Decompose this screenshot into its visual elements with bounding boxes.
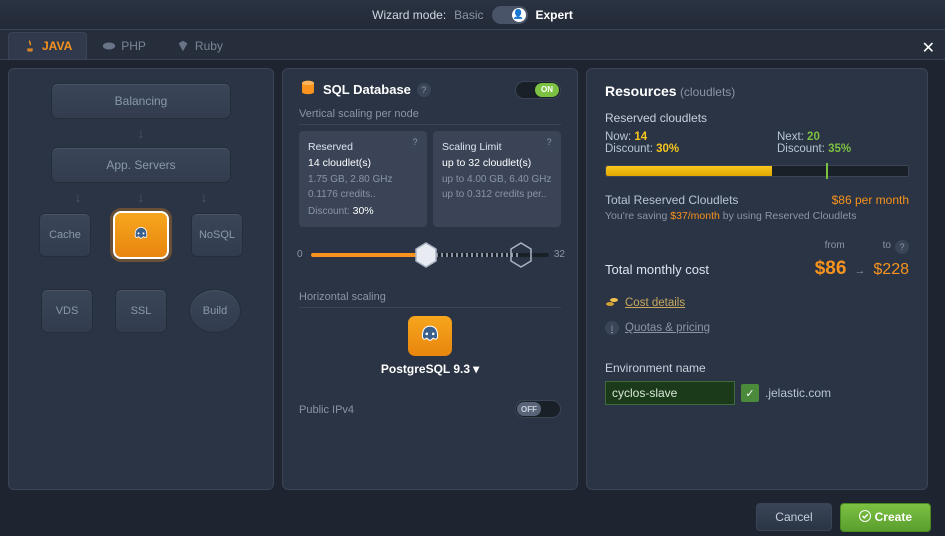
arrow-down-icon: ↓ xyxy=(201,189,208,205)
ruby-icon xyxy=(176,39,190,53)
vds-button[interactable]: VDS xyxy=(41,289,93,333)
mode-toggle[interactable]: 👤 xyxy=(492,6,528,24)
appservers-button[interactable]: App. Servers xyxy=(51,147,231,183)
topology-panel: Balancing ↓ App. Servers ↓ ↓ ↓ Cache NoS… xyxy=(8,68,274,490)
mode-expert-label[interactable]: Expert xyxy=(536,8,573,22)
public-ip-toggle[interactable]: OFF xyxy=(515,400,561,418)
php-icon xyxy=(102,39,116,53)
tab-php-label: PHP xyxy=(121,39,146,53)
check-circle-icon xyxy=(859,510,871,525)
person-icon: 👤 xyxy=(512,8,526,22)
wizard-mode-label: Wizard mode: xyxy=(372,8,446,22)
price-to: $228 xyxy=(873,261,909,279)
help-icon[interactable]: ? xyxy=(895,240,909,254)
dialog-footer: Cancel Create xyxy=(0,498,945,536)
chevron-down-icon: ▾ xyxy=(473,362,479,376)
resources-title: Resources xyxy=(605,83,677,99)
public-ip-label: Public IPv4 xyxy=(299,404,354,416)
savings-text: You're saving $37/month by using Reserve… xyxy=(605,210,909,222)
postgres-node-icon[interactable] xyxy=(408,316,452,356)
database-icon xyxy=(299,79,317,100)
sql-node-active[interactable] xyxy=(113,211,169,259)
cloudlet-slider[interactable]: 0 32 xyxy=(299,233,561,283)
tab-ruby[interactable]: Ruby xyxy=(161,32,238,59)
cancel-button[interactable]: Cancel xyxy=(756,503,831,531)
java-icon xyxy=(23,39,37,53)
price-from: $86 xyxy=(815,258,847,280)
create-button[interactable]: Create xyxy=(840,503,931,532)
arrow-right-icon: → xyxy=(854,265,865,277)
reserved-cloudlets-label: Reserved cloudlets xyxy=(605,111,909,125)
ssl-button[interactable]: SSL xyxy=(115,289,167,333)
balancing-button[interactable]: Balancing xyxy=(51,83,231,119)
total-cost-label: Total monthly cost xyxy=(605,262,709,277)
cloudlets-bar xyxy=(605,165,909,177)
postgres-icon xyxy=(131,225,151,245)
limit-card: ? Scaling Limit up to 32 cloudlet(s) up … xyxy=(433,131,561,227)
help-icon[interactable]: ? xyxy=(417,83,431,97)
db-version-select[interactable]: PostgreSQL 9.3 ▾ xyxy=(381,362,479,376)
config-panel: SQL Database ? ON Vertical scaling per n… xyxy=(282,68,578,490)
toggle-off-label: OFF xyxy=(517,402,541,416)
nosql-button[interactable]: NoSQL xyxy=(191,213,243,257)
tab-ruby-label: Ruby xyxy=(195,39,223,53)
tab-java[interactable]: JAVA xyxy=(8,32,87,59)
help-icon[interactable]: ? xyxy=(408,136,422,150)
env-name-label: Environment name xyxy=(605,361,909,375)
arrow-down-icon: ↓ xyxy=(138,125,145,141)
tab-php[interactable]: PHP xyxy=(87,32,161,59)
next-threshold-marker xyxy=(826,163,828,179)
quotas-link[interactable]: i Quotas & pricing xyxy=(605,321,909,335)
reserved-handle[interactable] xyxy=(413,241,439,269)
vertical-scaling-label: Vertical scaling per node xyxy=(299,108,561,125)
wizard-header: Wizard mode: Basic 👤 Expert xyxy=(0,0,945,30)
resources-panel: Resources (cloudlets) Reserved cloudlets… xyxy=(586,68,928,490)
reserved-card: ? Reserved 14 cloudlet(s) 1.75 GB, 2.80 … xyxy=(299,131,427,227)
cache-button[interactable]: Cache xyxy=(39,213,91,257)
trc-value: $86 per month xyxy=(832,193,909,207)
lang-tabs: JAVA PHP Ruby ✕ xyxy=(0,30,945,60)
arrow-down-icon: ↓ xyxy=(138,189,145,205)
cost-details-link[interactable]: Cost details xyxy=(605,294,909,311)
trc-label: Total Reserved Cloudlets xyxy=(605,193,738,207)
build-button[interactable]: Build xyxy=(189,289,241,333)
info-icon: i xyxy=(605,321,619,335)
limit-handle[interactable] xyxy=(508,241,534,269)
config-title: SQL Database xyxy=(323,82,411,97)
mode-basic-label[interactable]: Basic xyxy=(454,8,483,22)
close-icon[interactable]: ✕ xyxy=(922,38,935,58)
tab-java-label: JAVA xyxy=(42,39,72,53)
check-icon: ✓ xyxy=(741,384,759,402)
sql-enable-toggle[interactable]: ON xyxy=(515,81,561,99)
env-name-input[interactable] xyxy=(605,381,735,405)
help-icon[interactable]: ? xyxy=(542,136,556,150)
coins-icon xyxy=(605,294,619,311)
env-domain-label: .jelastic.com xyxy=(765,386,831,400)
arrow-down-icon: ↓ xyxy=(75,189,82,205)
horizontal-scaling-label: Horizontal scaling xyxy=(299,291,561,308)
toggle-on-label: ON xyxy=(535,83,559,97)
